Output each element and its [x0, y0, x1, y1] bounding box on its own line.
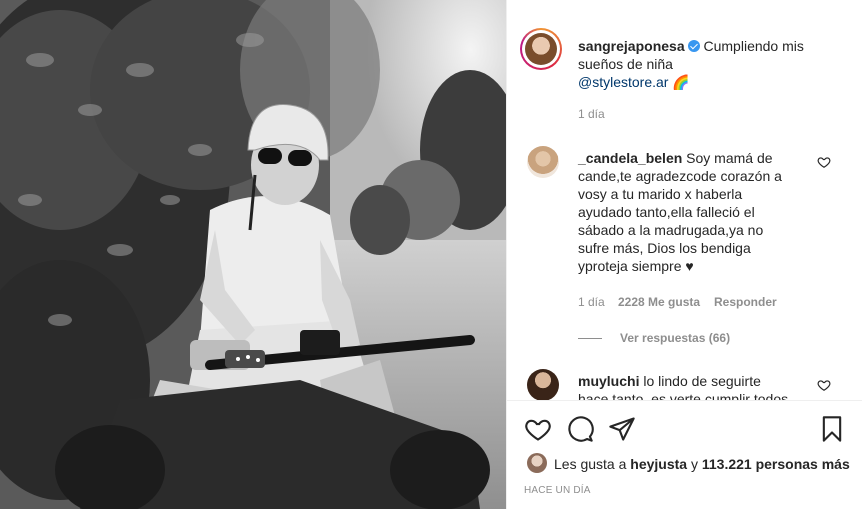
caption: sangrejaponesa Cumpliendo mis sueños de …	[578, 37, 843, 91]
post-actions: Les gusta a heyjusta y 113.221 personas …	[507, 400, 862, 509]
rainbow-emoji: 🌈	[672, 74, 690, 90]
replies-divider	[578, 338, 602, 339]
liker-avatar[interactable]	[527, 453, 547, 473]
comment-like-heart-icon[interactable]	[817, 155, 831, 169]
comment-text: muyluchi lo lindo de seguirte hace tanto…	[578, 373, 789, 400]
comment-text: _candela_belen Soy mamá de cande,te agra…	[578, 150, 782, 274]
caption-author[interactable]: sangrejaponesa	[578, 38, 685, 54]
comment-time[interactable]: 1 día	[578, 295, 605, 309]
comment-author[interactable]: _candela_belen	[578, 150, 682, 166]
post-side-panel: sangrejaponesa Cumpliendo mis sueños de …	[506, 0, 862, 509]
paper-plane-icon[interactable]	[608, 415, 636, 443]
heart-icon[interactable]	[524, 415, 552, 443]
comment-like-heart-icon[interactable]	[817, 378, 831, 392]
caption-mention[interactable]: @stylestore.ar	[578, 74, 668, 90]
liker-username[interactable]: heyjusta	[630, 456, 687, 472]
caption-time[interactable]: 1 día	[578, 107, 605, 121]
post-photo[interactable]	[0, 0, 506, 509]
bookmark-icon[interactable]	[818, 415, 846, 443]
likes-summary: Les gusta a heyjusta y 113.221 personas …	[554, 456, 850, 472]
comment-likes[interactable]: 2228 Me gusta	[618, 295, 700, 309]
post-timestamp[interactable]: HACE UN DÍA	[524, 485, 591, 496]
comment-avatar[interactable]	[527, 146, 559, 178]
reply-button[interactable]: Responder	[714, 295, 777, 309]
post-photo-image	[0, 0, 506, 509]
view-replies-button[interactable]: Ver respuestas (66)	[620, 331, 730, 345]
comment-avatar[interactable]	[527, 369, 559, 400]
comments-list[interactable]: sangrejaponesa Cumpliendo mis sueños de …	[507, 0, 862, 400]
likes-count[interactable]: 113.221 personas más	[702, 456, 850, 472]
verified-badge-icon	[687, 40, 700, 52]
author-avatar[interactable]	[525, 33, 557, 65]
comment-author[interactable]: muyluchi	[578, 373, 639, 389]
comment-icon[interactable]	[566, 415, 594, 443]
author-story-ring[interactable]	[520, 28, 562, 70]
